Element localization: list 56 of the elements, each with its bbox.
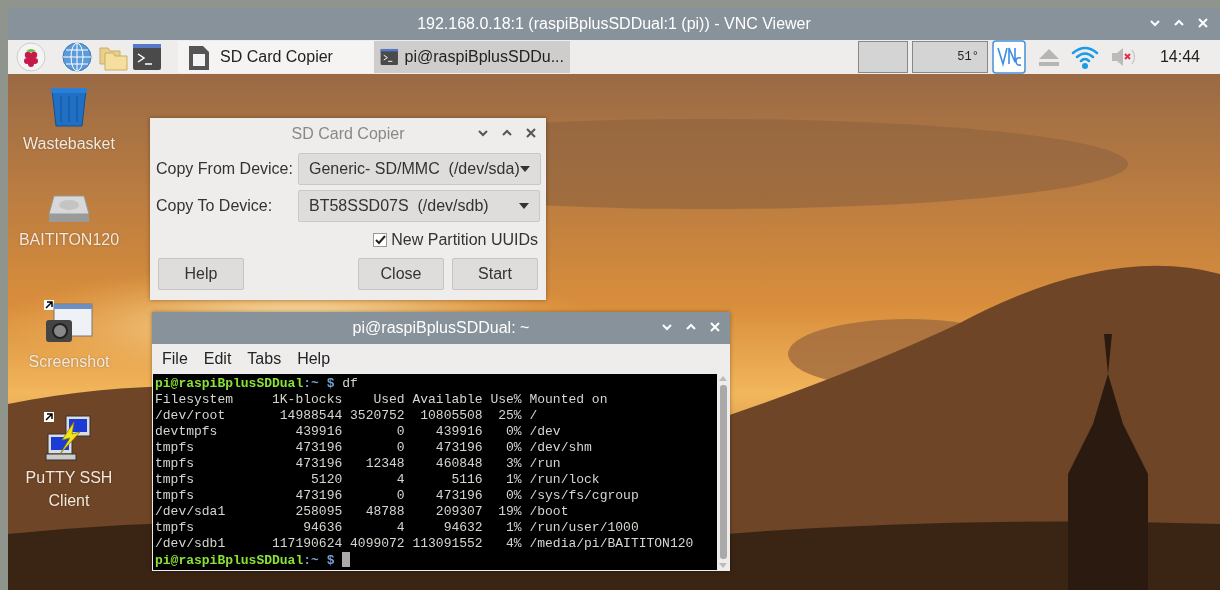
dialog-button[interactable]: Start (452, 258, 538, 290)
terminal-line: tmpfs 473196 12348 460848 3% /run (155, 456, 562, 472)
globe-icon[interactable] (62, 42, 92, 72)
caret-icon (519, 202, 529, 209)
vnc-icon[interactable] (991, 40, 1026, 74)
checkbox-label: New Partition UUIDs (391, 230, 538, 250)
dialog-title: SD Card Copier (291, 124, 405, 144)
terminal-icon[interactable] (132, 42, 162, 72)
terminal-line: tmpfs 5120 4 5116 1% /run/lock (155, 472, 601, 488)
clock[interactable]: 14:44 (1159, 45, 1200, 69)
minimize-icon[interactable] (478, 128, 488, 138)
raspberry-icon[interactable] (16, 42, 46, 72)
cpu-graph (857, 41, 908, 73)
terminal-line: tmpfs 473196 0 473196 0% /dev/shm (155, 440, 593, 456)
caret-icon (519, 165, 530, 172)
maximize-icon[interactable] (502, 128, 512, 138)
scrollbar[interactable] (717, 374, 729, 570)
menu-item[interactable]: Tabs (239, 347, 290, 371)
terminal-line: /dev/root 14988544 3520752 10805508 25% / (155, 408, 539, 424)
terminal-line: pi@raspiBplusSDDual:~ $ (155, 552, 715, 568)
terminal-line: Filesystem 1K-blocks Used Available Use% Mounted on (155, 392, 609, 408)
putty-icon[interactable] (44, 412, 94, 462)
checkbox[interactable] (373, 233, 388, 247)
wastebasket-icon[interactable] (49, 86, 89, 128)
terminal-line: tmpfs 94636 4 94632 1% /run/user/1000 (155, 520, 640, 536)
field-label: Copy From Device: (156, 158, 290, 179)
minimize-icon[interactable] (1150, 18, 1160, 28)
dropdown[interactable]: BT58SSD07S (/dev/sdb) (298, 189, 540, 222)
dialog-button[interactable]: Close (358, 258, 444, 290)
temperature-monitor: 51° (911, 41, 988, 73)
icon-label[interactable]: PuTTY SSH Client (21, 466, 117, 512)
scroll-up-icon[interactable] (719, 376, 727, 381)
terminal-line: /dev/sdb1 117190624 4099072 113091552 4% /media/pi/BAITITON120 (155, 536, 695, 552)
menu-item[interactable]: Help (289, 347, 339, 371)
maximize-icon[interactable] (686, 322, 696, 332)
window-title: 192.168.0.18:1 (raspiBplusSDDual:1 (pi)) - VNC Viewer (417, 14, 811, 34)
muted-speaker-icon[interactable] (1109, 45, 1138, 69)
scrollbar-thumb[interactable] (719, 385, 727, 559)
field-label: Copy To Device: (156, 195, 274, 216)
dropdown[interactable]: Generic- SD/MMC (/dev/sda) (298, 152, 541, 185)
terminal-title: pi@raspiBplusSDDual: ~ (352, 318, 530, 338)
menu-item[interactable]: File (154, 347, 196, 371)
terminal-line: devtmpfs 439916 0 439916 0% /dev (155, 424, 562, 440)
scroll-down-icon[interactable] (719, 563, 727, 568)
maximize-icon[interactable] (1174, 18, 1184, 28)
dialog-button[interactable]: Help (158, 258, 244, 290)
task-button[interactable]: pi@raspiBplusSDDu... (374, 41, 570, 73)
task-button[interactable]: SD Card Copier (178, 41, 374, 73)
eject-icon[interactable] (1037, 47, 1060, 67)
close-icon[interactable] (526, 128, 536, 138)
minimize-icon[interactable] (662, 322, 672, 332)
terminal-line: /dev/sda1 258095 48788 209307 19% /boot (155, 504, 570, 520)
terminal-line: tmpfs 473196 0 473196 0% /sys/fs/cgroup (155, 488, 640, 504)
terminal-line: pi@raspiBplusSDDual:~ $ df (155, 376, 359, 392)
hard-drive-icon[interactable] (48, 194, 90, 224)
menu-item[interactable]: Edit (195, 347, 240, 371)
